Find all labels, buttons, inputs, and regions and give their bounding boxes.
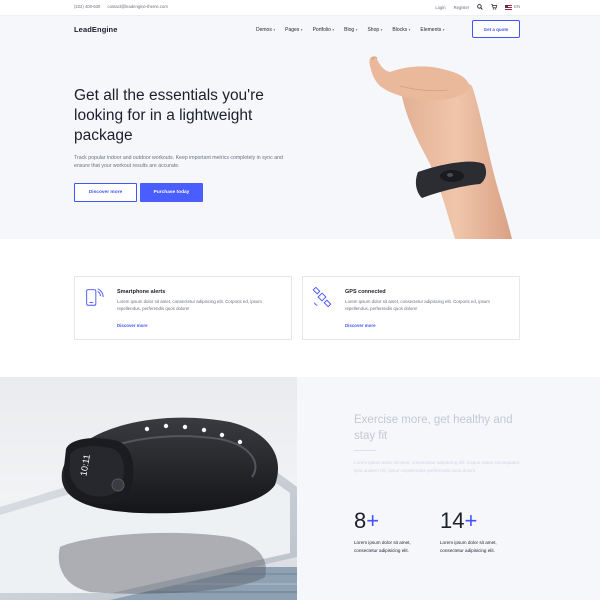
chevron-down-icon: ▾ (300, 28, 303, 32)
top-bar: (222) 400-630 contact@leadengine-theme.c… (0, 0, 600, 16)
chevron-down-icon: ▾ (273, 28, 276, 32)
language-label: EN (514, 4, 520, 10)
nav-label: Portfolio (312, 27, 331, 33)
stat-suffix: + (464, 508, 478, 533)
stat-suffix: + (366, 508, 380, 533)
fitness-section: 10:11 Exercise more, get healthy and sta… (0, 377, 600, 600)
feature-card: GPS connected Lorem ipsum dolor sit amet… (302, 276, 520, 340)
nav-item-pages[interactable]: Pages ▾ (285, 27, 302, 33)
top-bar-actions: Login Register EN (435, 4, 520, 10)
us-flag-icon (505, 5, 513, 10)
stat-value: 14 (440, 508, 465, 533)
feature-text: Lorem ipsum dolor sit amet, consectetur … (345, 299, 490, 311)
logo[interactable]: LeadEngine (74, 25, 118, 34)
section-paragraph: Lorem ipsum dolor sit amet, consectetur … (354, 460, 520, 473)
feature-card: Smartphone alerts Lorem ipsum dolor sit … (74, 276, 292, 340)
discover-more-link[interactable]: Discover more (117, 323, 148, 328)
stat-block: 8+ Lorem ipsum dolor sit amet, consectet… (354, 509, 434, 555)
stat-number: 14+ (440, 509, 520, 533)
get-quote-button[interactable]: Get a quote (472, 20, 520, 38)
features-section: Smartphone alerts Lorem ipsum dolor sit … (0, 239, 600, 377)
fitness-band-photo: 10:11 (0, 377, 297, 600)
language-selector[interactable]: EN (505, 4, 520, 10)
hero-section: Get all the essentials you're looking fo… (0, 46, 600, 239)
chevron-down-icon: ▾ (380, 28, 383, 32)
nav-label: Elements (420, 27, 442, 33)
hero-subtitle: Track popular indoor and outdoor workout… (74, 155, 283, 170)
chevron-down-icon: ▾ (442, 28, 445, 32)
search-icon[interactable] (477, 4, 483, 10)
nav-label: Blog (344, 27, 355, 33)
nav-item-shop[interactable]: Shop ▾ (367, 27, 382, 33)
divider (354, 450, 376, 451)
site-header: LeadEngine Demos ▾ Pages ▾ Portfolio ▾ Blog… (0, 16, 600, 46)
nav-item-demos[interactable]: Demos ▾ (256, 27, 275, 33)
feature-title: Smartphone alerts (117, 289, 166, 295)
satellite-icon (312, 286, 332, 308)
section-title: Exercise more, get healthy and stay fit (354, 414, 513, 442)
contact-info: (222) 400-630 contact@leadengine-theme.c… (74, 4, 174, 9)
feature-text: Lorem ipsum dolor sit amet, consectetur … (117, 299, 262, 311)
stat-block: 14+ Lorem ipsum dolor sit amet, consecte… (440, 509, 520, 555)
nav-label: Blocks (392, 27, 408, 33)
nav-item-portfolio[interactable]: Portfolio ▾ (313, 27, 335, 33)
main-nav: Demos ▾ Pages ▾ Portfolio ▾ Blog ▾ Shop ▾ Blo… (256, 27, 445, 33)
chevron-down-icon: ▾ (332, 28, 335, 32)
nav-label: Pages (285, 27, 300, 33)
discover-more-link[interactable]: Discover more (345, 323, 376, 328)
stat-value: 8 (354, 508, 367, 533)
stat-description: Lorem ipsum dolor sit amet, consectetur … (354, 540, 411, 553)
hero-arm-image (369, 56, 512, 239)
chevron-down-icon: ▾ (408, 28, 411, 32)
chevron-down-icon: ▾ (355, 28, 358, 32)
purchase-today-button[interactable]: Purchase today (140, 183, 203, 202)
nav-item-elements[interactable]: Elements ▾ (420, 27, 444, 33)
stat-description: Lorem ipsum dolor sit amet, consectetur … (440, 540, 497, 553)
phone-number[interactable]: (222) 400-630 (74, 4, 100, 9)
smartphone-alert-icon (86, 288, 104, 306)
nav-label: Shop (367, 27, 380, 33)
register-link[interactable]: Register (454, 5, 470, 10)
discover-more-button[interactable]: Discover more (74, 183, 137, 202)
stat-number: 8+ (354, 509, 434, 533)
login-link[interactable]: Login (435, 5, 445, 10)
nav-label: Demos (256, 27, 272, 33)
hero-title: Get all the essentials you're looking fo… (74, 87, 264, 144)
email-address[interactable]: contact@leadengine-theme.com (107, 4, 167, 9)
feature-title: GPS connected (345, 289, 386, 295)
cart-icon[interactable] (491, 4, 498, 10)
nav-item-blog[interactable]: Blog ▾ (344, 27, 357, 33)
nav-item-blocks[interactable]: Blocks ▾ (392, 27, 410, 33)
